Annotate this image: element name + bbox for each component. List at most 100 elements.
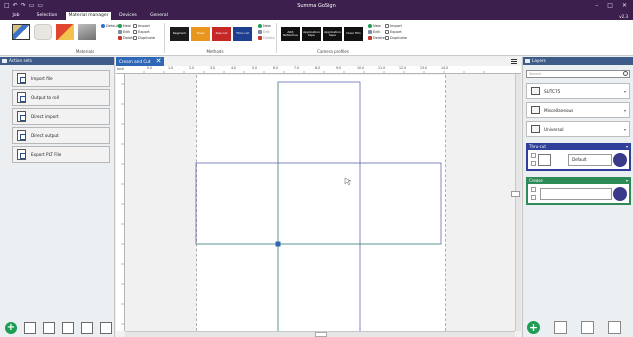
layer-header[interactable]: Thru-cut ▾ [526, 143, 631, 150]
document-tab[interactable]: Cream and Cut ✕ [116, 57, 164, 66]
close-icon[interactable]: ✕ [622, 2, 627, 9]
camera-tile-application-tape-2[interactable]: Application tape [323, 27, 342, 41]
copy-icon[interactable] [24, 322, 36, 334]
export-icon[interactable] [81, 322, 93, 334]
add-action-set-button[interactable]: + [5, 322, 17, 334]
edit-method-button[interactable]: Edit [258, 30, 270, 34]
panel-icon [2, 59, 7, 63]
maximize-icon[interactable]: □ [607, 2, 613, 9]
layer-body [526, 184, 631, 205]
tab-general[interactable]: General [146, 12, 172, 20]
tool-selector[interactable] [538, 154, 551, 166]
scroll-thumb[interactable] [315, 332, 327, 337]
camera-tile-application-tape[interactable]: Application tape [302, 27, 321, 41]
panel-splitter[interactable] [511, 191, 520, 197]
vertical-ruler-ticks [121, 83, 124, 325]
import-material-button[interactable]: Import [133, 24, 150, 28]
document-area: Cream and Cut ✕ inch 0.0 1.0 2.0 3.0 4.0 [116, 57, 521, 337]
material-swatch-2[interactable] [34, 24, 52, 40]
layer-body: Default [526, 150, 631, 171]
drawing-canvas[interactable] [126, 75, 515, 331]
edit-icon [258, 30, 262, 34]
tab-job[interactable]: Job [5, 12, 27, 20]
import-icon [133, 24, 137, 28]
action-export-plt-file[interactable]: Export PLT File [12, 146, 110, 163]
tool-setting-select[interactable]: Default [568, 154, 612, 166]
edit-camera-profile-button[interactable]: Edit [368, 30, 380, 34]
new-camera-profile-button[interactable]: New [368, 24, 381, 28]
trash-icon[interactable] [100, 322, 112, 334]
minimize-icon[interactable]: – [595, 2, 598, 9]
visibility-icon[interactable] [531, 187, 536, 192]
move-icon[interactable] [581, 321, 594, 334]
export-icon [17, 149, 26, 160]
method-tile-kiss-cut[interactable]: Kiss-cut [212, 27, 231, 41]
camera-tile-arx-reflective[interactable]: ARX Reflective [281, 27, 300, 41]
material-swatch-4[interactable] [78, 24, 96, 40]
camera-tile-clear-film[interactable]: Clear film [344, 27, 363, 41]
window-controls: – □ ✕ [595, 2, 627, 9]
cut-icon[interactable] [43, 322, 55, 334]
artwork-layer[interactable] [126, 75, 515, 331]
horizontal-scrollbar[interactable] [125, 331, 515, 337]
settings-icon[interactable] [608, 321, 621, 334]
edit-material-button[interactable]: Edit [118, 30, 130, 34]
new-method-button[interactable]: New [258, 24, 271, 28]
tab-material-manager[interactable]: Material manager [66, 12, 111, 20]
chevron-down-icon: ▾ [623, 89, 626, 94]
ruler-label: 6.0 [273, 66, 279, 70]
layer-group-universal[interactable]: Universal ▾ [526, 121, 630, 137]
method-tile-thru-cut[interactable]: Thru-cut [233, 27, 252, 41]
chevron-down-icon: ▾ [625, 144, 628, 149]
vertical-scrollbar[interactable] [515, 74, 521, 331]
ruler-label: 2.0 [189, 66, 195, 70]
action-output-to-roll[interactable]: Output to roll [12, 89, 110, 106]
search-icon[interactable] [623, 71, 628, 76]
duplicate-camera-profile-button[interactable]: Duplicate [385, 36, 407, 40]
lock-icon[interactable] [531, 161, 536, 166]
close-tab-icon[interactable]: ✕ [156, 57, 162, 66]
action-import-file[interactable]: Import file [12, 70, 110, 87]
layer-group-sutc75[interactable]: SUTC75 ▾ [526, 83, 630, 99]
menu-icon[interactable] [511, 59, 517, 64]
default-material-button[interactable]: Default [101, 24, 119, 28]
visibility-icon[interactable] [531, 153, 536, 158]
layer-header[interactable]: Crease ▾ [526, 177, 631, 184]
thru-cut-vertical-rect[interactable] [277, 81, 361, 331]
origin-marker[interactable] [275, 241, 281, 247]
import-camera-profile-button[interactable]: Import [385, 24, 402, 28]
horizontal-ruler: inch 0.0 1.0 2.0 3.0 4.0 5.0 6.0 7.0 8.0… [116, 66, 521, 74]
action-direct-import[interactable]: Direct import [12, 108, 110, 125]
wrench-icon[interactable] [613, 153, 627, 167]
export-material-button[interactable]: Export [133, 30, 150, 34]
layer-crease[interactable]: Crease ▾ [526, 177, 631, 205]
add-layer-button[interactable]: + [527, 321, 540, 334]
wrench-icon[interactable] [613, 187, 627, 201]
window-title: Summa GoSign [297, 3, 336, 9]
method-tile-draw[interactable]: Draw [191, 27, 210, 41]
action-direct-output[interactable]: Direct output [12, 127, 110, 144]
chevron-down-icon: ▾ [625, 178, 628, 183]
method-tile-regmark[interactable]: Regmark [170, 27, 189, 41]
tool-setting-select[interactable] [540, 188, 612, 200]
tool-icon [531, 125, 540, 133]
layer-thru-cut[interactable]: Thru-cut ▾ Default [526, 143, 631, 171]
export-camera-profile-button[interactable]: Export [385, 30, 402, 34]
import-icon[interactable] [62, 322, 74, 334]
materials-group-label: Materials [75, 49, 95, 54]
delete-method-button[interactable]: Delete [258, 36, 275, 40]
material-swatch-3[interactable] [56, 24, 74, 40]
tab-selection[interactable]: Selection [32, 12, 62, 20]
delete-camera-profile-button[interactable]: Delete [368, 36, 385, 40]
lock-icon[interactable] [531, 195, 536, 200]
hide-icon[interactable] [554, 321, 567, 334]
ruler-label: 12.0 [399, 66, 407, 70]
tab-devices[interactable]: Devices [116, 12, 140, 20]
output-icon [17, 92, 26, 103]
thru-cut-horizontal-rect[interactable] [195, 162, 442, 245]
duplicate-material-button[interactable]: Duplicate [133, 36, 155, 40]
new-material-button[interactable]: New [118, 24, 131, 28]
layer-search-input[interactable]: Search [526, 70, 630, 78]
layer-group-miscellaneous[interactable]: Miscellaneous ▾ [526, 102, 630, 118]
material-swatch-1[interactable] [12, 24, 30, 40]
